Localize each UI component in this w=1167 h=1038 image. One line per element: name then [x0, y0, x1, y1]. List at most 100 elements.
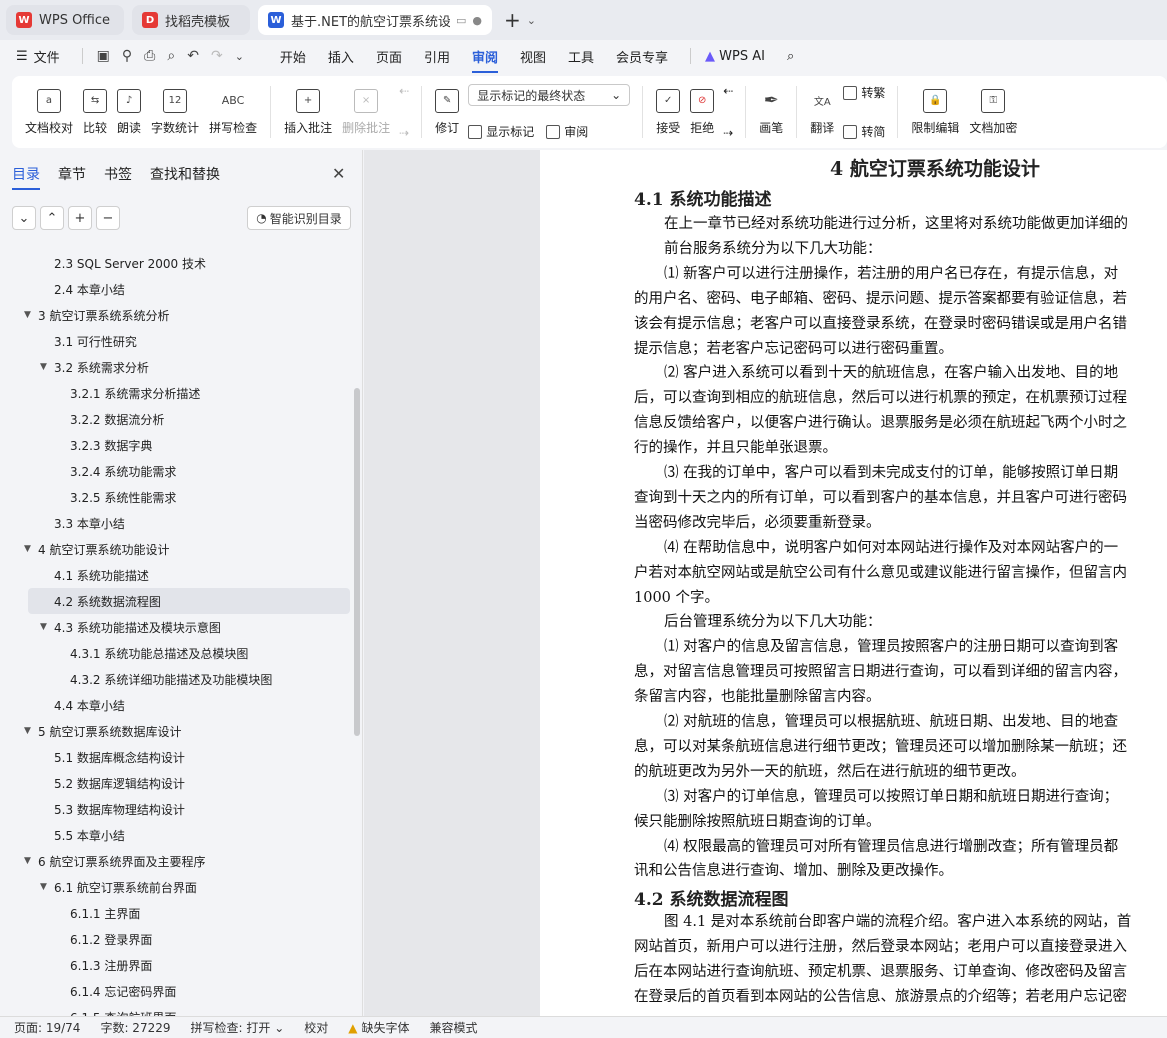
new-tab-plus-icon[interactable]: +: [504, 8, 521, 32]
toc-item[interactable]: ▼ 6 航空订票系统界面及主要程序: [0, 848, 352, 874]
menu-tools[interactable]: 工具: [568, 47, 594, 66]
toc-item[interactable]: 2.4 本章小结: [0, 276, 352, 302]
next-comment-icon[interactable]: ⇢: [399, 126, 409, 140]
expand-arrow-icon[interactable]: ▼: [40, 362, 54, 372]
to-traditional-button[interactable]: 转繁: [843, 84, 885, 101]
accept-button[interactable]: ✓ 接受: [656, 88, 680, 136]
plus-icon[interactable]: +: [68, 206, 92, 230]
document-area[interactable]: 4 航空订票系统功能设计 4.1 系统功能描述 4.2 系统数据流程图 在上一章…: [364, 150, 1167, 1016]
menu-reference[interactable]: 引用: [424, 47, 450, 66]
toc-item[interactable]: ▼ 3.2 系统需求分析: [0, 354, 352, 380]
expand-arrow-icon[interactable]: ▼: [40, 882, 54, 892]
close-icon[interactable]: ✕: [332, 164, 345, 183]
spell-check-button[interactable]: ABC 拼写检查: [209, 89, 257, 136]
toc-item[interactable]: 3.2.5 系统性能需求: [0, 484, 352, 510]
undo-icon[interactable]: ↶: [187, 48, 199, 64]
word-count-status[interactable]: 字数: 27229: [100, 1019, 170, 1036]
toc-item[interactable]: 4.3.1 系统功能总描述及总模块图: [0, 640, 352, 666]
tab-bookmarks[interactable]: 书签: [104, 164, 132, 184]
delete-comment-button[interactable]: × 删除批注: [342, 88, 390, 136]
tab-docer-templates[interactable]: D 找稻壳模板: [132, 5, 250, 35]
toc-item[interactable]: 6.1.4 忘记密码界面: [0, 978, 352, 1004]
menu-view[interactable]: 视图: [520, 47, 546, 66]
tab-document[interactable]: W 基于.NET的航空订票系统设计 ▭ ●: [258, 5, 492, 35]
insert-comment-button[interactable]: + 插入批注: [284, 88, 332, 136]
chevron-down-icon[interactable]: ⌄: [527, 14, 536, 27]
toc-item[interactable]: ▼ 4 航空订票系统功能设计: [0, 536, 352, 562]
tab-find-replace[interactable]: 查找和替换: [150, 164, 220, 184]
prev-change-icon[interactable]: ⇠: [723, 84, 733, 98]
compare-button[interactable]: ⇆ 比较: [83, 88, 107, 136]
more-chevron-icon[interactable]: ⌄: [235, 50, 244, 63]
word-count-button[interactable]: 12 字数统计: [151, 88, 199, 136]
smart-toc-button[interactable]: ◔ 智能识别目录: [247, 206, 351, 230]
pen-button[interactable]: ✒ 画笔: [759, 89, 783, 136]
markup-state-dropdown[interactable]: 显示标记的最终状态 ⌄: [468, 84, 631, 106]
prev-comment-icon[interactable]: ⇠: [399, 84, 409, 98]
read-aloud-button[interactable]: ♪ 朗读: [117, 88, 141, 136]
toc-item[interactable]: 5.3 数据库物理结构设计: [0, 796, 352, 822]
toc-item[interactable]: ▼ 4.3 系统功能描述及模块示意图: [0, 614, 352, 640]
expand-arrow-icon[interactable]: ▼: [40, 622, 54, 632]
menu-file[interactable]: 文件: [34, 47, 60, 66]
redo-icon[interactable]: ↷: [211, 48, 223, 64]
toc-item[interactable]: 2.3 SQL Server 2000 技术: [0, 250, 352, 276]
link-icon[interactable]: ⚲: [122, 48, 132, 64]
next-change-icon[interactable]: ⇢: [723, 126, 733, 140]
unsaved-dot-icon[interactable]: ●: [472, 14, 482, 27]
print-icon[interactable]: ⎙: [144, 48, 155, 64]
reject-button[interactable]: ⊘ 拒绝: [690, 88, 714, 136]
revise-button[interactable]: ✎ 修订: [435, 88, 459, 136]
search-icon[interactable]: ⌕: [787, 49, 794, 64]
restrict-edit-button[interactable]: 🔒 限制编辑: [911, 88, 959, 136]
save-icon[interactable]: ▣: [97, 48, 110, 64]
toc-item[interactable]: ▼ 3 航空订票系统系统分析: [0, 302, 352, 328]
toc-item[interactable]: 5.5 本章小结: [0, 822, 352, 848]
toc-item[interactable]: 4.4 本章小结: [0, 692, 352, 718]
menu-start[interactable]: 开始: [280, 47, 306, 66]
toc-item[interactable]: 3.2.4 系统功能需求: [0, 458, 352, 484]
toc-item[interactable]: 5.1 数据库概念结构设计: [0, 744, 352, 770]
print-preview-icon[interactable]: ⌕: [167, 48, 175, 64]
menu-review[interactable]: 审阅: [471, 47, 498, 73]
monitor-icon[interactable]: ▭: [456, 14, 466, 27]
chevron-up-icon[interactable]: ⌃: [40, 206, 64, 230]
scrollbar[interactable]: [354, 388, 360, 736]
doc-check-button[interactable]: a 文档校对: [25, 88, 73, 136]
encrypt-doc-button[interactable]: ⚿ 文档加密: [969, 88, 1017, 136]
spell-check-status[interactable]: 拼写检查: 打开 ⌄: [191, 1019, 285, 1036]
toc-item[interactable]: 4.3.2 系统详细功能描述及功能模块图: [0, 666, 352, 692]
expand-arrow-icon[interactable]: ▼: [24, 310, 38, 320]
review-pane-button[interactable]: 审阅: [546, 123, 588, 140]
toc-item[interactable]: ▼ 5 航空订票系统数据库设计: [0, 718, 352, 744]
toc-item[interactable]: 3.2.2 数据流分析: [0, 406, 352, 432]
toc-item[interactable]: 5.2 数据库逻辑结构设计: [0, 770, 352, 796]
tab-toc[interactable]: 目录: [12, 164, 40, 190]
tab-sections[interactable]: 章节: [58, 164, 86, 184]
page-indicator[interactable]: 页面: 19/74: [14, 1019, 80, 1036]
toc-item[interactable]: 4.1 系统功能描述: [0, 562, 352, 588]
tab-wps-office[interactable]: W WPS Office: [6, 5, 124, 35]
toc-item[interactable]: 6.1.3 注册界面: [0, 952, 352, 978]
toc-item[interactable]: 3.1 可行性研究: [0, 328, 352, 354]
document-page[interactable]: 4 航空订票系统功能设计 4.1 系统功能描述 4.2 系统数据流程图 在上一章…: [540, 150, 1167, 1016]
toc-item[interactable]: 3.3 本章小结: [0, 510, 352, 536]
toc-item[interactable]: 3.2.1 系统需求分析描述: [0, 380, 352, 406]
missing-font-status[interactable]: ▲ 缺失字体: [348, 1019, 409, 1036]
toc-item[interactable]: 4.2 系统数据流程图: [28, 588, 350, 614]
translate-button[interactable]: 文A 翻译: [810, 89, 834, 136]
show-markup-button[interactable]: 显示标记: [468, 123, 534, 140]
menu-membership[interactable]: 会员专享: [616, 47, 668, 66]
to-simplified-button[interactable]: 转简: [843, 123, 885, 140]
toc-item[interactable]: 3.2.3 数据字典: [0, 432, 352, 458]
menu-icon[interactable]: ☰: [16, 49, 28, 64]
proof-status[interactable]: 校对: [304, 1019, 328, 1036]
wps-ai-button[interactable]: ▲ WPS AI: [705, 49, 765, 64]
menu-insert[interactable]: 插入: [328, 47, 354, 66]
expand-arrow-icon[interactable]: ▼: [24, 726, 38, 736]
toc-item[interactable]: 6.1.5 查询航班界面: [0, 1004, 352, 1017]
toc-item[interactable]: 6.1.2 登录界面: [0, 926, 352, 952]
chevron-down-icon[interactable]: ⌄: [12, 206, 36, 230]
minus-icon[interactable]: −: [96, 206, 120, 230]
expand-arrow-icon[interactable]: ▼: [24, 856, 38, 866]
